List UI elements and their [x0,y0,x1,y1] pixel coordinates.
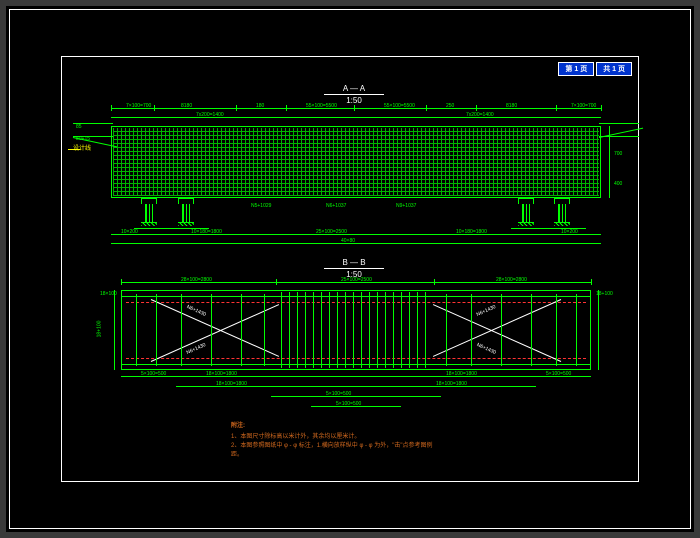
section-b-name: B — B [324,258,384,269]
dim-a-r2: 400 [614,181,622,187]
page-total: 共 1 页 [596,62,632,76]
cad-canvas: 第 1 页 共 1 页 A — A 1:50 7×100=700 8180 18… [6,6,694,532]
page-current: 第 1 页 [558,62,594,76]
dim-a-b5: 10×200 [561,229,578,235]
dim-a-t10: 7x200=1400 [466,112,494,118]
support-2 [178,198,194,226]
dim-a-b3: 25×100=2500 [316,229,347,235]
support-1 [141,198,157,226]
dim-a-t3: 180 [256,103,264,109]
dimline-a-top2 [111,117,601,118]
dim-a-t2: 8180 [181,103,192,109]
dim-a-t7: 8180 [506,103,517,109]
dim-a-r1: 700 [614,151,622,157]
dim-b-t3: 28×100=2800 [496,277,527,283]
dim-b-b3: 18×100=1800 [446,371,477,377]
dimline-a-bot [111,234,601,235]
dim-a-l2: 80+15 [76,136,90,142]
dim-b-b5: 18×100=1800 [216,381,247,387]
notes-title: 附注: [231,422,561,431]
dim-a-b2: 10×180=1800 [191,229,222,235]
dim-b-b2: 18×100=1800 [206,371,237,377]
dimline-a-bot2 [111,243,601,244]
note-3: 距。 [231,451,561,460]
nlabel-3: N9+1037 [396,203,416,209]
support-3 [518,198,534,226]
titleblock: 第 1 页 共 1 页 [558,62,632,76]
dim-a-t4: 55×100=5500 [306,103,337,109]
note-2: 2、本图参照图纸中 φ - φ 标注，1.横向放样纵中 φ - φ 为外，"击"… [231,442,561,451]
dim-b-t2: 25×100=2500 [341,277,372,283]
dim-b-t1: 28×100=2800 [181,277,212,283]
dim-a-t5: 55×100=5500 [384,103,415,109]
dim-b-b4: 5×100=500 [546,371,571,377]
dim-a-b6: 40×80 [341,238,355,244]
dim-a-b1: 10×200 [121,229,138,235]
dim-b-b1: 5×100=500 [141,371,166,377]
dim-b-b6: 18×100=1800 [436,381,467,387]
notes-block: 附注: 1、本图尺寸除标高以米计外，其余均以厘米计。 2、本图参照图纸中 φ -… [231,422,561,460]
section-a-title: A — A 1:50 [324,84,384,105]
dim-a-t1: 7×100=700 [126,103,151,109]
dim-b-b7: 5×100=500 [326,391,351,397]
dim-a-t8: 7×100=700 [571,103,596,109]
dim-b-b8: 5×100=500 [336,401,361,407]
section-a-hatch [113,128,599,196]
dim-a-b4: 10×180=1800 [456,229,487,235]
dim-a-t9: 7x200=1400 [196,112,224,118]
dim-b-l2: 18+100 [96,321,102,338]
section-b-title: B — B 1:50 [324,258,384,279]
design-line-label: 设计线 [73,143,91,152]
nlabel-2: N6+1037 [326,203,346,209]
support-4 [554,198,570,226]
nlabel-1: N5+1029 [251,203,271,209]
note-1: 1、本图尺寸除标高以米计外，其余均以厘米计。 [231,433,561,442]
dim-a-l1: 85 [76,124,82,130]
dim-a-t6: 250 [446,103,454,109]
section-a-name: A — A [324,84,384,95]
